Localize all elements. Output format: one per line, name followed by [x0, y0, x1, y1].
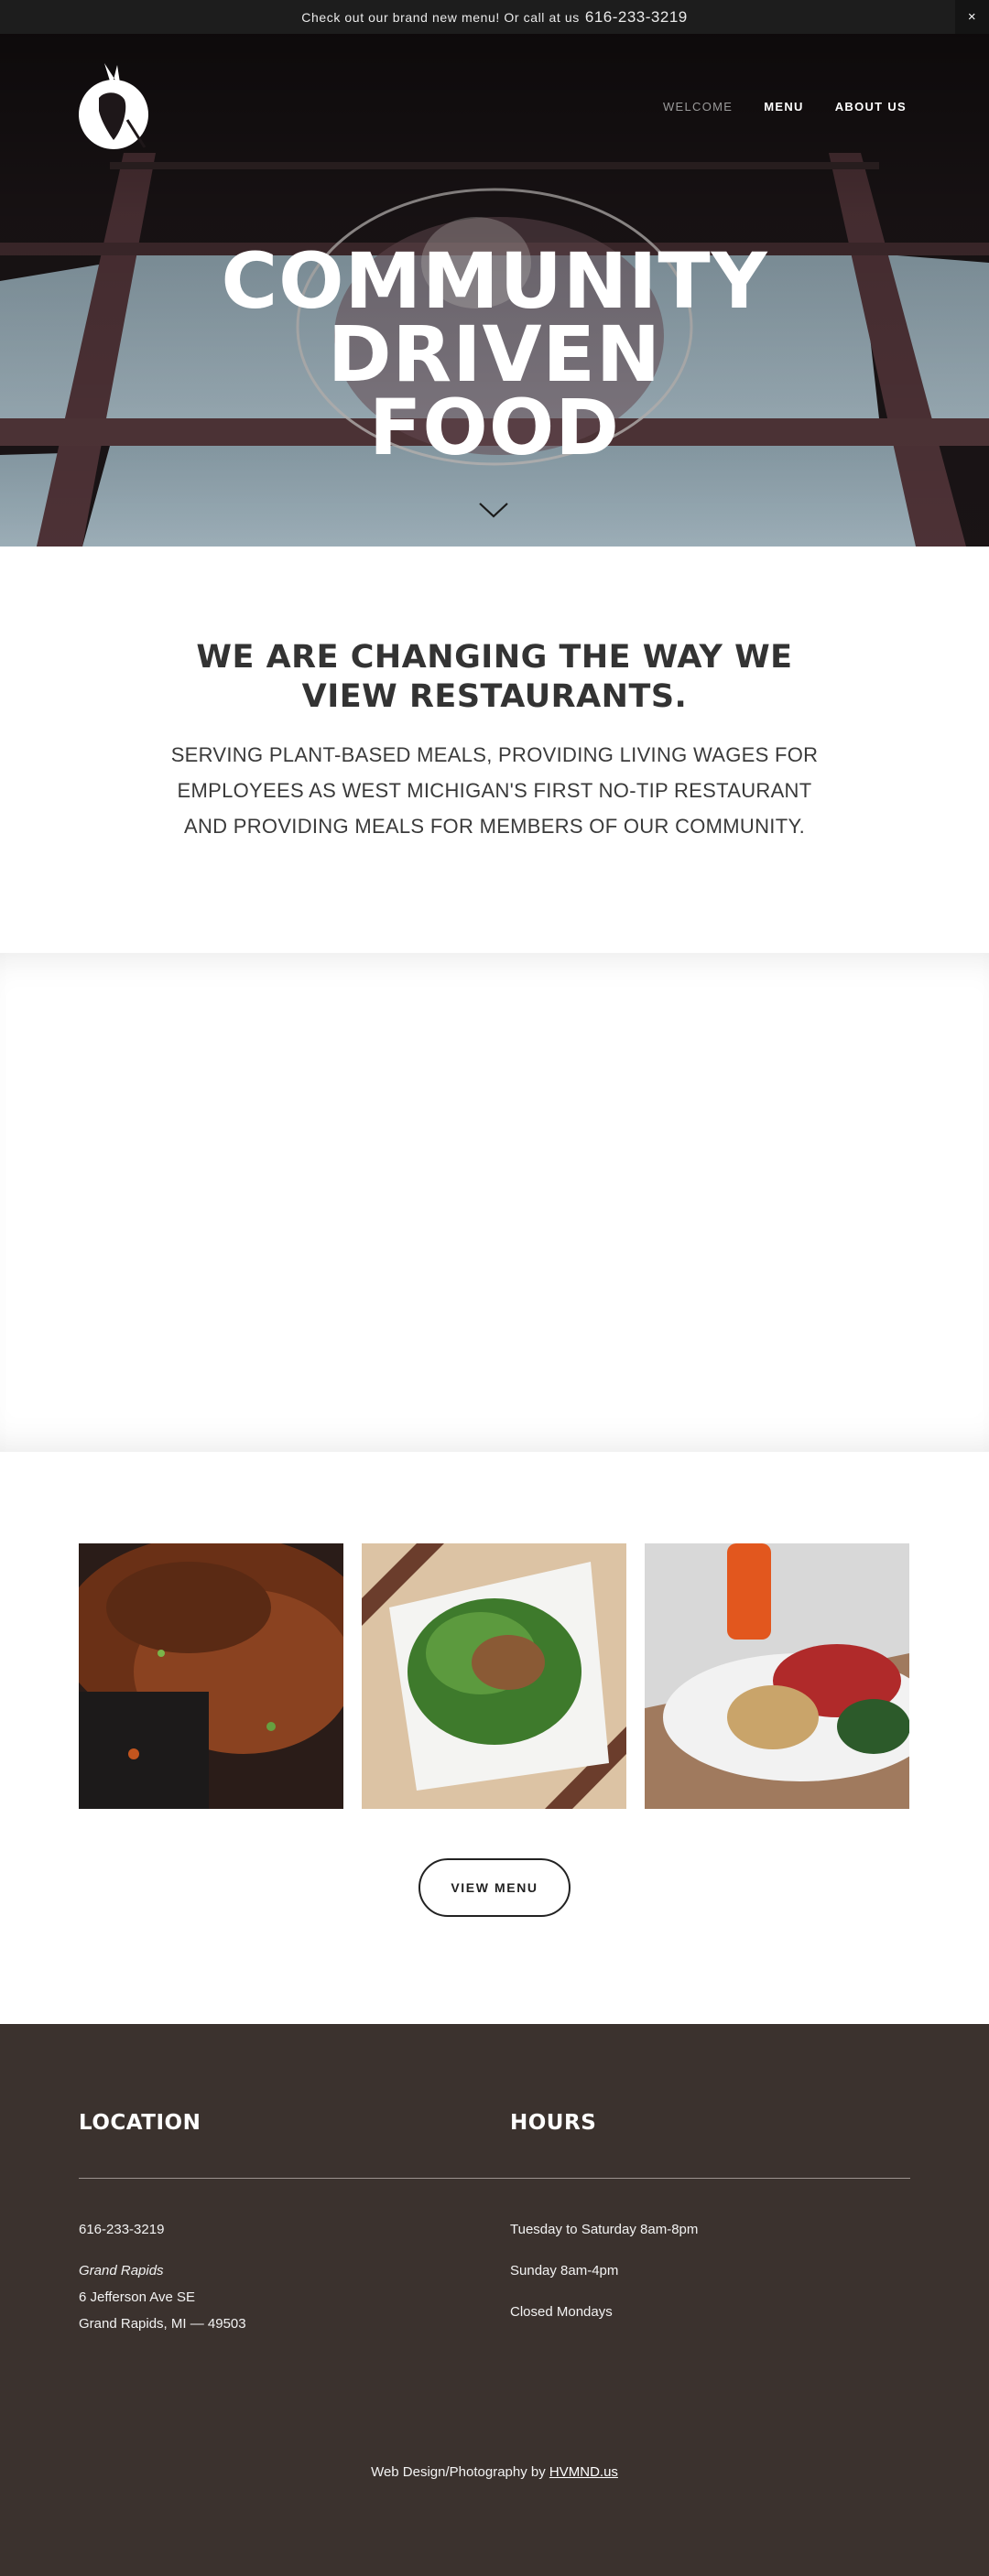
close-announcement-button[interactable]: ×	[955, 0, 989, 34]
site-logo[interactable]	[77, 56, 150, 152]
hero-banner: WELCOME MENU ABOUT US COMMUNITY DRIVEN F…	[0, 34, 989, 547]
gallery-image-spice[interactable]	[79, 1543, 343, 1809]
menu-gallery	[79, 1543, 910, 1809]
hours-line: Tuesday to Saturday 8am-8pm	[510, 2222, 699, 2237]
footer-city-name: Grand Rapids	[79, 2263, 164, 2278]
announcement-bar: Check out our brand new menu! Or call at…	[0, 0, 989, 34]
hours-heading: HOURS	[510, 2111, 597, 2135]
hero-title-line: FOOD	[369, 383, 620, 472]
hero-title-line: COMMUNITY	[221, 236, 768, 326]
empty-section	[0, 953, 989, 1452]
hero-title: COMMUNITY DRIVEN FOOD	[0, 236, 989, 472]
gallery-image-plate[interactable]	[645, 1543, 909, 1809]
intro-heading: WE ARE CHANGING THE WAY WE VIEW RESTAURA…	[196, 639, 793, 715]
nav-menu[interactable]: MENU	[764, 100, 803, 114]
site-footer: LOCATION HOURS 616-233-3219 Grand Rapids…	[0, 2024, 989, 2576]
food-photo-plate	[645, 1543, 909, 1809]
close-icon: ×	[967, 9, 977, 25]
nav-welcome[interactable]: WELCOME	[663, 100, 733, 114]
location-heading: LOCATION	[79, 2111, 201, 2135]
intro-body: SERVING PLANT-BASED MEALS, PROVIDING LIV…	[170, 743, 819, 838]
nav-about-us[interactable]: ABOUT US	[835, 100, 907, 114]
food-photo-salad	[362, 1543, 626, 1809]
chevron-down-icon[interactable]	[478, 501, 509, 519]
intro-section: WE ARE CHANGING THE WAY WE VIEW RESTAURA…	[0, 547, 989, 953]
footer-phone[interactable]: 616-233-3219	[79, 2221, 164, 2239]
hours-line: Closed Mondays	[510, 2304, 613, 2320]
view-menu-button[interactable]: VIEW MENU	[418, 1858, 571, 1917]
announcement-phone-link[interactable]: 616-233-3219	[585, 8, 688, 27]
footer-street: 6 Jefferson Ave SE	[79, 2289, 196, 2305]
food-photo-spice	[79, 1543, 343, 1809]
footer-city-zip: Grand Rapids, MI — 49503	[79, 2316, 246, 2332]
hours-line: Sunday 8am-4pm	[510, 2263, 619, 2278]
hero-title-line: DRIVEN	[327, 309, 662, 399]
gallery-image-salad[interactable]	[362, 1543, 626, 1809]
credit-link[interactable]: HVMND.us	[549, 2464, 618, 2480]
footer-divider	[79, 2178, 910, 2179]
footer-credit: Web Design/Photography by HVMND.us	[0, 2464, 989, 2480]
announcement-text: Check out our brand new menu! Or call at…	[301, 9, 580, 25]
main-nav: WELCOME MENU ABOUT US	[663, 100, 907, 114]
credit-text: Web Design/Photography by	[371, 2464, 546, 2480]
